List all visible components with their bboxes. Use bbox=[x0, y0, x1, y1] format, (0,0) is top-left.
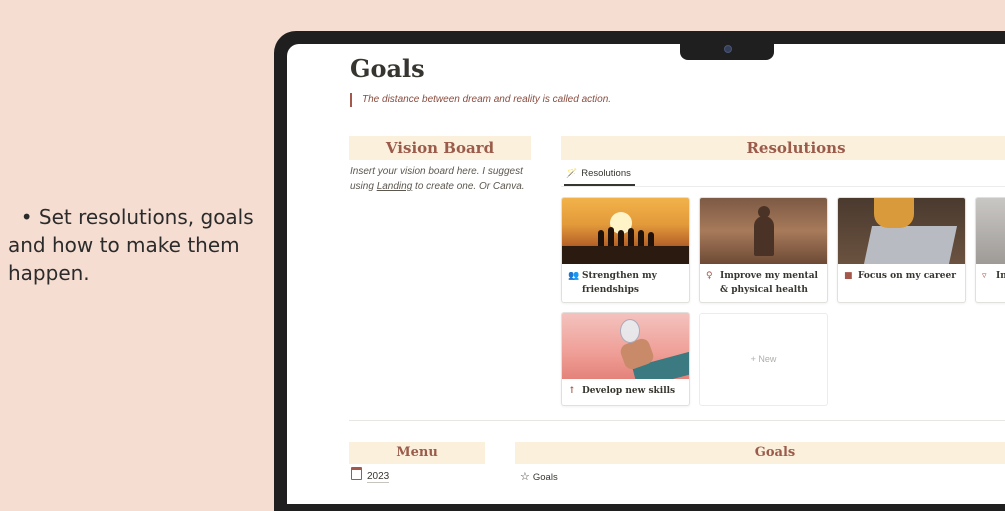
card-title: In bbox=[996, 271, 1005, 281]
star-icon: ☆ bbox=[520, 471, 530, 483]
goals-header: Goals bbox=[515, 442, 1005, 464]
new-card-button[interactable]: + New bbox=[699, 313, 828, 406]
vision-board-text-after: to create one. Or Canva. bbox=[412, 181, 525, 192]
tab-goals[interactable]: ☆ Goals bbox=[520, 470, 558, 483]
page-quote: The distance between dream and reality i… bbox=[350, 93, 611, 107]
wand-icon: 🪄 bbox=[566, 168, 578, 178]
friends-sunset-image bbox=[562, 198, 689, 264]
card-label: ↑ Develop new skills bbox=[562, 379, 689, 398]
landing-link[interactable]: Landing bbox=[377, 181, 413, 192]
arrow-up-icon: ↑ bbox=[568, 386, 576, 396]
section-divider bbox=[349, 420, 1005, 421]
resolution-card-skills[interactable]: ↑ Develop new skills bbox=[561, 312, 690, 406]
tab-goals-label: Goals bbox=[532, 472, 558, 483]
card-label: ■ Focus on my career bbox=[838, 264, 965, 283]
meditation-image bbox=[700, 198, 827, 264]
tab-resolutions[interactable]: 🪄 Resolutions bbox=[564, 165, 635, 186]
card-label: ♀ Improve my mental & physical health bbox=[700, 264, 827, 297]
card-title: Develop new skills bbox=[582, 386, 676, 396]
notion-page: Goals The distance between dream and rea… bbox=[287, 44, 1005, 504]
calendar-icon bbox=[351, 467, 362, 480]
card-title: Strengthen my friendships bbox=[582, 271, 657, 295]
menu-item-2023[interactable]: 2023 bbox=[351, 467, 390, 483]
resolution-card-friendships[interactable]: 👥 Strengthen my friendships bbox=[561, 197, 690, 303]
vision-board-header: Vision Board bbox=[349, 136, 531, 160]
basket-icon: ▿ bbox=[982, 271, 987, 281]
tab-divider bbox=[561, 186, 1005, 187]
caption-text: Set resolutions, goals and how to make t… bbox=[8, 205, 254, 285]
page-title: Goals bbox=[350, 54, 425, 83]
resolution-card-career[interactable]: ■ Focus on my career bbox=[837, 197, 966, 303]
card-label: 👥 Strengthen my friendships bbox=[562, 264, 689, 297]
laptop-work-image bbox=[838, 198, 965, 264]
card-image bbox=[976, 198, 1005, 264]
camera-icon bbox=[724, 45, 732, 53]
mind-icon: ♀ bbox=[706, 271, 713, 281]
card-title: Improve my mental & physical health bbox=[720, 271, 818, 295]
vision-board-text: Insert your vision board here. I suggest… bbox=[350, 164, 535, 194]
lightbulb-image bbox=[562, 313, 689, 379]
tab-resolutions-label: Resolutions bbox=[581, 168, 631, 179]
caption-bullet: • bbox=[20, 205, 33, 229]
people-icon: 👥 bbox=[568, 271, 580, 281]
resolution-card-partial[interactable]: ▿ In bbox=[975, 197, 1005, 303]
briefcase-icon: ■ bbox=[844, 271, 853, 281]
card-label: ▿ In bbox=[976, 264, 1005, 283]
resolutions-header: Resolutions bbox=[561, 136, 1005, 160]
resolution-card-health[interactable]: ♀ Improve my mental & physical health bbox=[699, 197, 828, 303]
menu-header: Menu bbox=[349, 442, 485, 464]
menu-item-label: 2023 bbox=[367, 471, 390, 483]
caption: • Set resolutions, goals and how to make… bbox=[8, 203, 270, 287]
card-title: Focus on my career bbox=[858, 271, 956, 281]
